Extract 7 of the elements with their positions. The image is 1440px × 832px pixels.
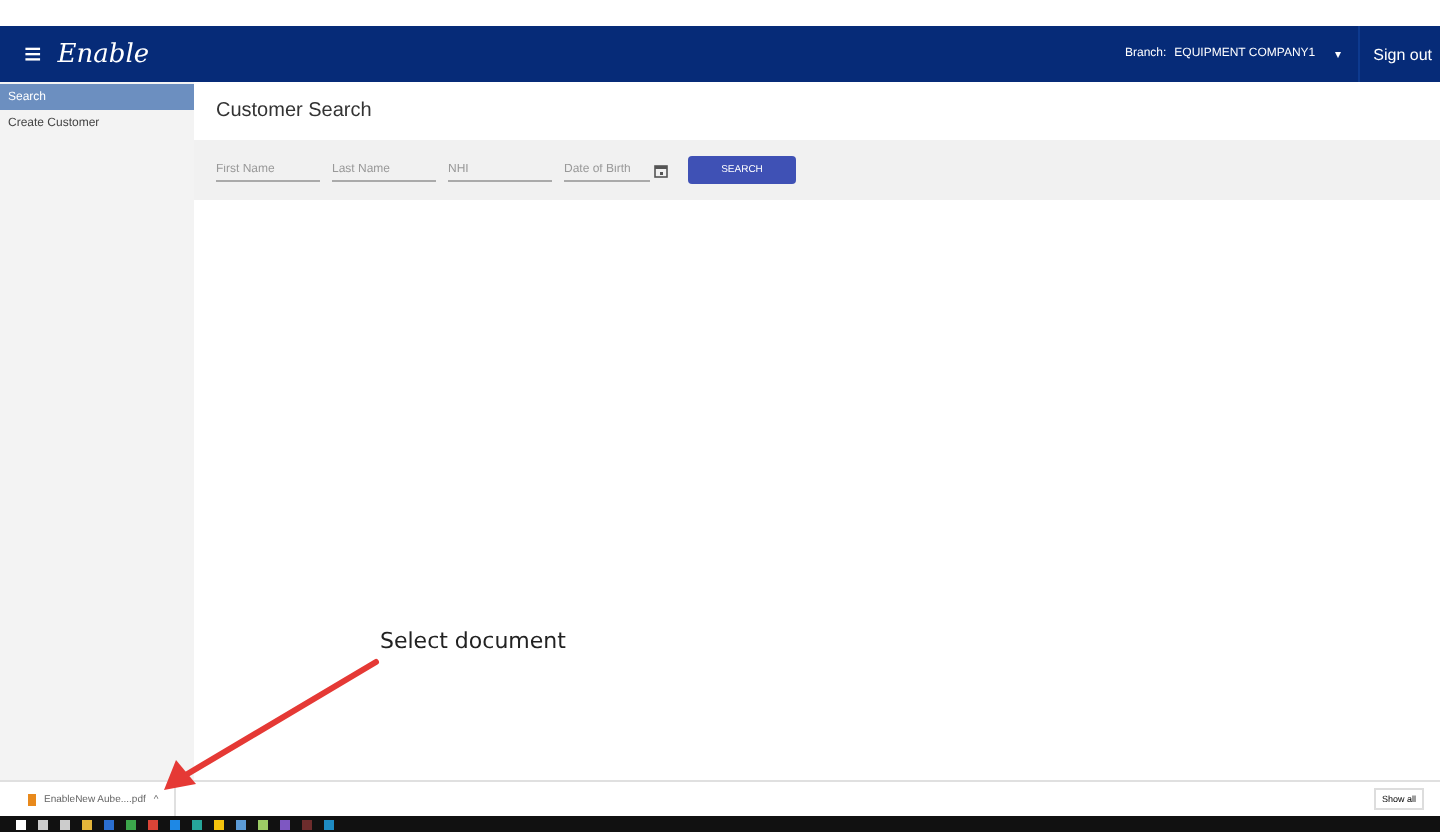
calendar-icon[interactable] xyxy=(654,163,668,177)
menu-icon[interactable]: ≡ xyxy=(24,37,42,71)
page-title: Customer Search xyxy=(214,98,374,126)
sign-out-link[interactable]: Sign out xyxy=(1359,45,1440,63)
annotation-text: Select document xyxy=(380,628,566,654)
logo: Enable xyxy=(57,39,150,69)
document-icon xyxy=(28,793,36,805)
